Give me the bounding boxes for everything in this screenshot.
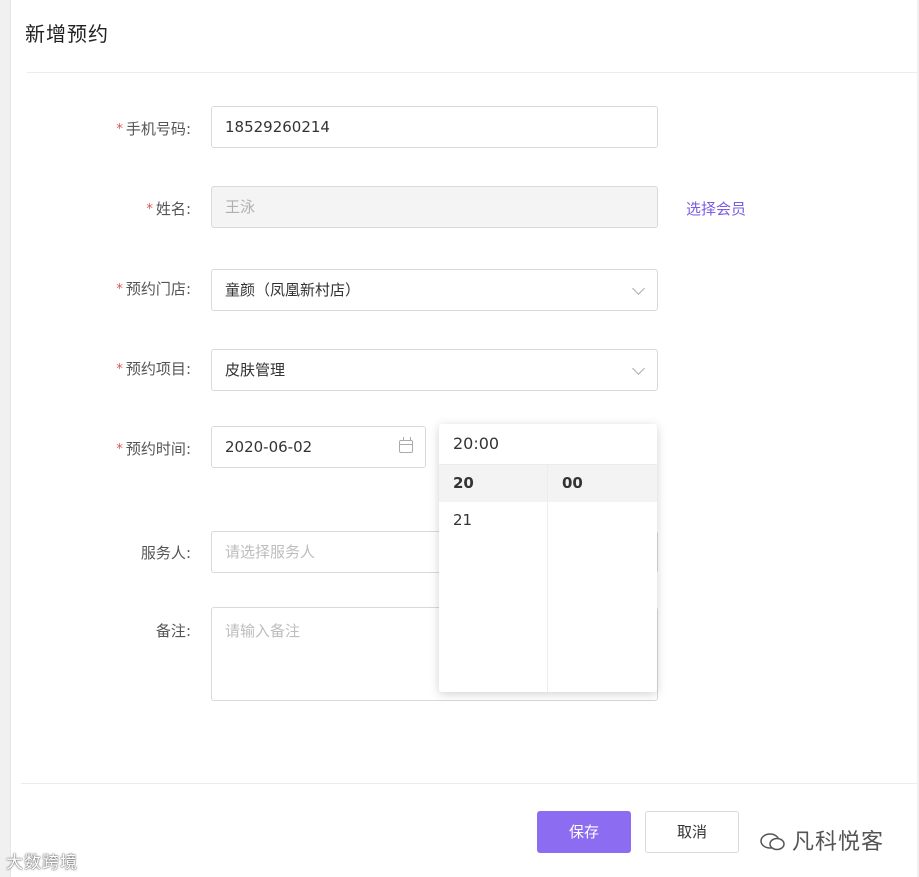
watermark-right-text: 凡科悦客 — [792, 830, 885, 855]
note-label: 备注: — [11, 620, 191, 641]
required-mark: * — [116, 442, 123, 457]
note-label-text: 备注 — [155, 622, 186, 640]
watermark-left: 大数跨境 — [6, 853, 78, 873]
hour-option[interactable]: 20 — [439, 465, 547, 502]
minute-column[interactable]: 00 — [548, 465, 657, 692]
service-value: 皮肤管理 — [225, 361, 286, 379]
required-mark: * — [116, 362, 123, 377]
colon: : — [185, 622, 191, 640]
minute-option[interactable]: 00 — [548, 465, 657, 502]
appointment-dialog: 新增预约 * 手机号码: 18529260214 * 姓名: 王泳 选择会员 * 预约… — [10, 0, 917, 877]
required-mark: * — [116, 122, 123, 137]
cancel-button[interactable]: 取消 — [645, 811, 739, 853]
name-value: 王泳 — [225, 198, 256, 216]
name-input: 王泳 — [211, 186, 658, 228]
time-picker-panel: 20:00 20 21 00 — [439, 424, 657, 692]
phone-value: 18529260214 — [225, 118, 330, 136]
store-label-text: 预约门店 — [125, 280, 186, 298]
required-mark: * — [146, 202, 153, 217]
staff-placeholder: 请选择服务人 — [225, 543, 316, 561]
dialog-title: 新增预约 — [25, 22, 109, 46]
date-value: 2020-06-02 — [225, 438, 313, 456]
date-picker-input[interactable]: 2020-06-02 — [211, 426, 426, 468]
colon: : — [185, 440, 191, 458]
calendar-icon — [399, 437, 413, 453]
colon: : — [185, 120, 191, 138]
name-label: * 姓名: — [11, 198, 191, 219]
service-label: * 预约项目: — [11, 358, 191, 379]
phone-label: * 手机号码: — [11, 118, 191, 139]
name-label-text: 姓名 — [155, 200, 186, 218]
footer-divider — [21, 783, 917, 784]
watermark-right: 凡科悦客 — [760, 824, 884, 856]
colon: : — [185, 280, 191, 298]
hour-option[interactable]: 21 — [439, 502, 547, 539]
service-label-text: 预约项目 — [125, 360, 186, 378]
store-select[interactable]: 童颜（凤凰新村店） — [211, 269, 658, 311]
save-button[interactable]: 保存 — [537, 811, 631, 853]
note-placeholder: 请输入备注 — [225, 622, 301, 640]
store-value: 童颜（凤凰新村店） — [225, 281, 361, 299]
wechat-icon — [760, 833, 785, 851]
time-label: * 预约时间: — [11, 438, 191, 459]
colon: : — [185, 544, 191, 562]
required-mark: * — [116, 282, 123, 297]
select-member-link[interactable]: 选择会员 — [686, 198, 746, 219]
staff-label: 服务人: — [11, 542, 191, 563]
title-divider — [27, 72, 917, 73]
staff-label-text: 服务人 — [140, 544, 186, 562]
hour-column[interactable]: 20 21 — [439, 465, 548, 692]
phone-label-text: 手机号码 — [125, 120, 186, 138]
colon: : — [185, 360, 191, 378]
phone-input[interactable]: 18529260214 — [211, 106, 658, 148]
time-picker-input[interactable]: 20:00 — [439, 424, 657, 465]
time-label-text: 预约时间 — [125, 440, 186, 458]
chevron-down-icon — [632, 362, 645, 375]
store-label: * 预约门店: — [11, 278, 191, 299]
service-select[interactable]: 皮肤管理 — [211, 349, 658, 391]
colon: : — [185, 200, 191, 218]
chevron-down-icon — [632, 282, 645, 295]
